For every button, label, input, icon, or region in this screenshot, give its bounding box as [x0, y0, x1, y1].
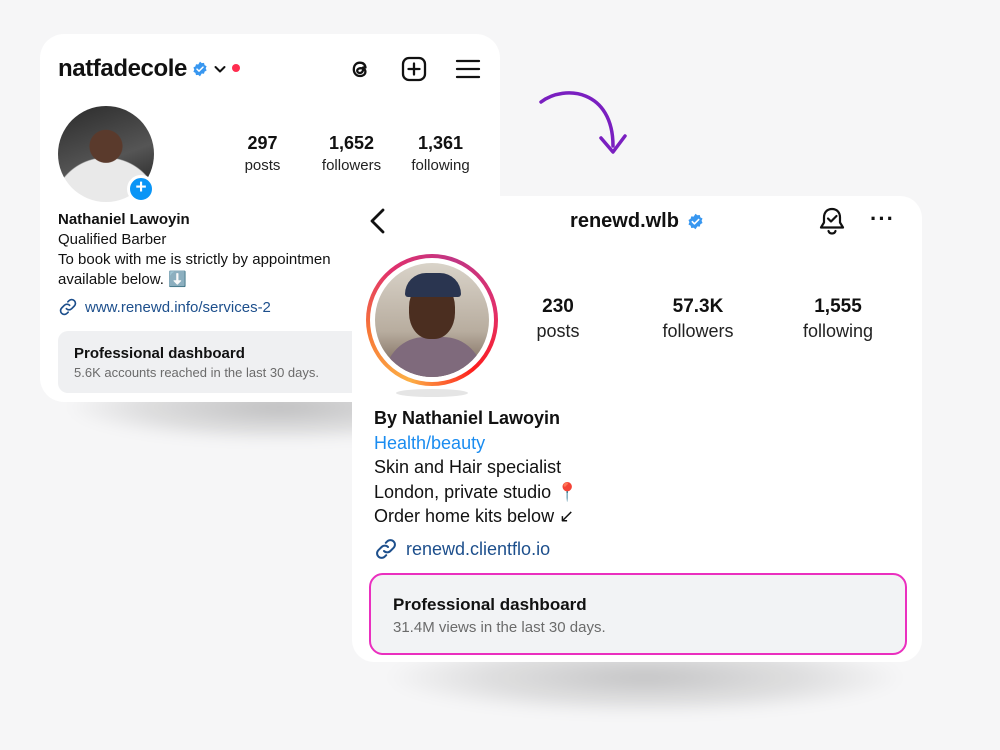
- stat-posts[interactable]: 297 posts: [218, 133, 307, 174]
- username: renewd.wlb: [570, 210, 679, 232]
- display-name: By Nathaniel Lawoyin: [374, 408, 561, 428]
- stat-followers[interactable]: 1,652 followers: [307, 133, 396, 174]
- avatar: [375, 263, 489, 377]
- bio-line: Skin and Hair specialist: [374, 457, 562, 477]
- profile-link[interactable]: www.renewd.info/services-2: [58, 297, 271, 317]
- more-icon[interactable]: ···: [870, 208, 895, 230]
- bell-check-icon[interactable]: [816, 205, 848, 237]
- profile-stats: 230 posts 57.3K followers 1,555 followin…: [488, 296, 908, 342]
- add-story-button[interactable]: +: [127, 175, 155, 203]
- stat-value: 1,555: [814, 296, 862, 317]
- chevron-down-icon[interactable]: [213, 62, 227, 76]
- avatar-shadow: [396, 389, 468, 397]
- stat-following[interactable]: 1,555 following: [768, 296, 908, 342]
- stat-label: following: [802, 321, 874, 341]
- new-profile-card: renewd.wlb ··· 230 posts 57.3K followers: [352, 196, 922, 662]
- transition-arrow-icon: [539, 91, 627, 154]
- notification-dot: [231, 64, 240, 72]
- username-switcher[interactable]: natfadecole: [58, 55, 187, 83]
- link-icon: [376, 539, 396, 559]
- dashboard-subtitle: 31.4M views in the last 30 days.: [393, 619, 606, 636]
- stat-posts[interactable]: 230 posts: [488, 296, 628, 342]
- stat-value: 1,652: [328, 133, 375, 153]
- stat-followers[interactable]: 57.3K followers: [628, 296, 768, 342]
- threads-icon[interactable]: [346, 55, 374, 83]
- profile-link[interactable]: renewd.clientflo.io: [374, 537, 550, 561]
- stat-label: posts: [244, 157, 281, 174]
- stat-value: 1,361: [417, 133, 464, 153]
- stat-following[interactable]: 1,361 following: [396, 133, 485, 174]
- stat-value: 297: [247, 133, 278, 153]
- stat-value: 230: [542, 296, 574, 317]
- stat-label: followers: [321, 157, 382, 174]
- plus-square-icon[interactable]: [400, 55, 428, 83]
- category-label[interactable]: Health/beauty: [374, 431, 579, 456]
- verified-badge-icon: [688, 213, 703, 230]
- bio-line: Order home kits below ↙: [374, 506, 575, 526]
- menu-icon[interactable]: [454, 55, 482, 83]
- link-text: renewd.clientflo.io: [406, 538, 551, 559]
- professional-dashboard[interactable]: Professional dashboard 31.4M views in th…: [369, 573, 907, 655]
- stat-label: following: [411, 157, 470, 174]
- profile-stats: 297 posts 1,652 followers 1,361 followin…: [218, 133, 485, 174]
- dashboard-title: Professional dashboard: [393, 595, 587, 614]
- story-ring-avatar[interactable]: [366, 254, 498, 386]
- link-icon: [59, 298, 77, 316]
- link-text: www.renewd.info/services-2: [85, 298, 271, 316]
- profile-bio: By Nathaniel Lawoyin Health/beauty Skin …: [374, 406, 579, 529]
- stat-value: 57.3K: [672, 296, 724, 317]
- stat-label: followers: [662, 321, 734, 341]
- stat-label: posts: [536, 321, 580, 341]
- bio-line: London, private studio 📍: [374, 481, 579, 502]
- profile-header: natfadecole: [58, 54, 482, 84]
- verified-badge-icon: [193, 61, 207, 77]
